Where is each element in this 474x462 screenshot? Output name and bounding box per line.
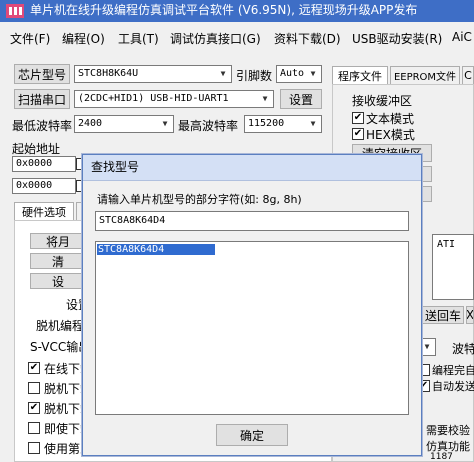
model-search-input[interactable]: STC8A8K64D4 xyxy=(95,211,409,231)
menu-bar: 文件(F) 编程(O) 工具(T) 调试仿真接口(G) 资料下载(D) USB驱… xyxy=(0,26,474,48)
dialog-title-bar[interactable]: 查找型号 xyxy=(83,155,421,181)
start-address-1-input[interactable]: 0x0000 xyxy=(12,156,76,172)
chevron-down-icon[interactable]: ▼ xyxy=(306,117,320,131)
chip-model-button[interactable]: 芯片型号 xyxy=(14,64,70,84)
dialog-body: 请输入单片机型号的部分字符(如: 8g, 8h) STC8A8K64D4 STC… xyxy=(83,181,421,455)
start-address-label: 起始地址 xyxy=(12,142,61,156)
start-address-2-input[interactable]: 0x0000 xyxy=(12,178,76,194)
dialog-prompt: 请输入单片机型号的部分字符(如: 8g, 8h) xyxy=(97,193,302,206)
partial-button-1[interactable]: 将月 xyxy=(30,233,86,249)
pin-count-select[interactable]: Auto ▼ xyxy=(276,65,322,83)
offline-download-2-checkbox[interactable]: ✔ xyxy=(28,402,40,414)
port-select[interactable]: (2CDC+HID1) USB-HID-UART1 ▼ xyxy=(74,90,274,108)
min-baud-value: 2400 xyxy=(78,118,103,129)
baud-label-partial: 波特 xyxy=(452,342,474,356)
menu-debug-interface[interactable]: 调试仿真接口(G) xyxy=(170,30,261,47)
menu-aic[interactable]: AiC xyxy=(452,30,472,44)
menu-program[interactable]: 编程(O) xyxy=(62,30,105,47)
hex-mode-label: HEX模式 xyxy=(366,128,415,142)
pin-count-value: Auto xyxy=(280,68,305,79)
tab-eeprom-file[interactable]: EEPROM文件 xyxy=(390,66,460,84)
start-address-2-value: 0x0000 xyxy=(16,180,53,191)
partial-button-2[interactable]: 清 xyxy=(30,253,86,269)
find-model-dialog: 查找型号 请输入单片机型号的部分字符(如: 8g, 8h) STC8A8K64D… xyxy=(82,154,422,456)
use-third-party-checkbox[interactable] xyxy=(28,442,40,454)
hex-mode-checkbox[interactable]: ✔ xyxy=(352,128,364,140)
auto-send-label: 自动发送 xyxy=(432,380,474,393)
model-results-list[interactable]: STC8A8K64D4 xyxy=(95,241,409,415)
offline-programming-text: 脱机编程 xyxy=(36,319,85,333)
chevron-down-icon[interactable]: ▼ xyxy=(420,340,434,354)
tab-hardware-options[interactable]: 硬件选项 xyxy=(14,202,74,220)
chip-model-value: STC8H8K64U xyxy=(78,68,139,79)
min-baud-label: 最低波特率 xyxy=(12,119,73,133)
tab-program-file[interactable]: 程序文件 xyxy=(332,66,388,84)
send-return-button[interactable]: 送回车 xyxy=(422,306,464,324)
close-icon[interactable]: X xyxy=(466,306,474,324)
tab-c[interactable]: C xyxy=(462,66,474,84)
send-buffer-textbox[interactable]: ATI xyxy=(432,234,474,300)
dialog-title: 查找型号 xyxy=(91,160,140,174)
text-mode-checkbox[interactable]: ✔ xyxy=(352,112,364,124)
chevron-down-icon[interactable]: ▼ xyxy=(158,117,172,131)
list-item-label: STC8A8K64D4 xyxy=(98,244,165,255)
app-logo-icon xyxy=(6,4,24,18)
immediate-download-checkbox[interactable] xyxy=(28,422,40,434)
menu-usb-driver[interactable]: USB驱动安装(R) xyxy=(352,30,442,47)
max-baud-value: 115200 xyxy=(248,118,285,129)
port-value: (2CDC+HID1) USB-HID-UART1 xyxy=(78,93,229,104)
start-address-1-value: 0x0000 xyxy=(16,158,53,169)
menu-file[interactable]: 文件(F) xyxy=(10,30,50,47)
max-baud-select[interactable]: 115200 ▼ xyxy=(244,115,322,133)
partial-right-button-1[interactable] xyxy=(422,166,432,182)
menu-downloads[interactable]: 资料下载(D) xyxy=(274,30,341,47)
partial-right-button-2[interactable] xyxy=(422,186,432,202)
receive-buffer-label: 接收缓冲区 xyxy=(352,94,413,108)
chevron-down-icon[interactable]: ▼ xyxy=(216,67,230,81)
partial-button-3[interactable]: 设 xyxy=(30,273,86,289)
ok-button[interactable]: 确定 xyxy=(216,424,288,446)
port-settings-button[interactable]: 设置 xyxy=(280,89,322,109)
window-title: 单片机在线升级编程仿真调试平台软件 (V6.95N), 远程现场升级APP发布 xyxy=(30,3,418,17)
online-download-checkbox[interactable]: ✔ xyxy=(28,362,40,374)
chevron-down-icon[interactable]: ▼ xyxy=(258,92,272,106)
auto-complete-label: 编程完自 xyxy=(432,364,474,377)
offline-download-1-checkbox[interactable] xyxy=(28,382,40,394)
list-item[interactable]: STC8A8K64D4 xyxy=(97,244,215,255)
pin-count-label: 引脚数 xyxy=(236,69,273,83)
menu-tools[interactable]: 工具(T) xyxy=(118,30,159,47)
model-search-value: STC8A8K64D4 xyxy=(99,215,166,226)
bottom-number-text: 1187 xyxy=(430,452,453,462)
max-baud-label: 最高波特率 xyxy=(178,119,239,133)
send-buffer-text: ATI xyxy=(437,239,456,250)
need-verify-text: 需要校验 xyxy=(426,424,470,437)
window-title-bar: 单片机在线升级编程仿真调试平台软件 (V6.95N), 远程现场升级APP发布 xyxy=(0,0,474,22)
chip-model-select[interactable]: STC8H8K64U ▼ xyxy=(74,65,232,83)
scan-port-button[interactable]: 扫描串口 xyxy=(14,89,70,109)
chevron-down-icon[interactable]: ▼ xyxy=(306,67,320,81)
text-mode-label: 文本模式 xyxy=(366,112,415,126)
min-baud-select[interactable]: 2400 ▼ xyxy=(74,115,174,133)
